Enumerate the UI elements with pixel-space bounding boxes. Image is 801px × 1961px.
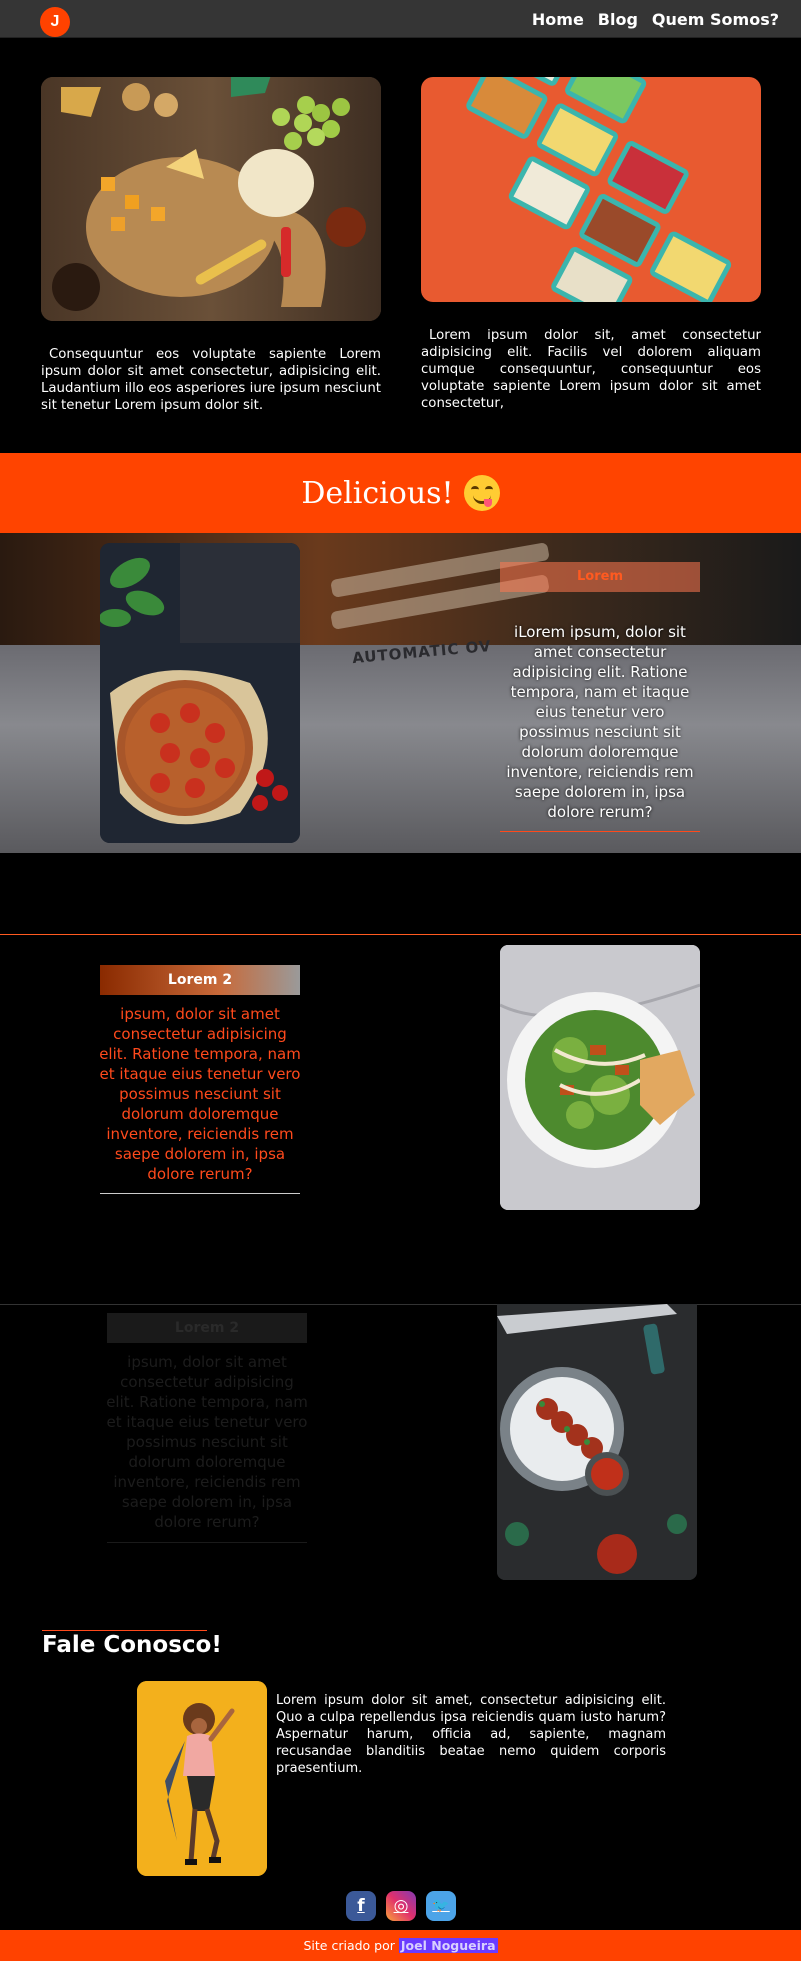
nav-blog-link[interactable]: Blog [598,10,638,29]
footer-text: Site criado por [303,1938,395,1953]
top-navbar: J Home Blog Quem Somos? [0,0,801,38]
footer-author-link[interactable]: Joel Nogueira [398,1938,498,1953]
kebab-image [497,1304,697,1580]
section-divider [0,934,801,935]
feature-divider [100,1193,300,1194]
salad-image [500,945,700,1210]
charcuterie-board-image [41,77,381,321]
faded-title: Lorem 2 [107,1313,307,1343]
delicious-banner: Delicious! [0,453,801,533]
main-nav: Home Blog Quem Somos? [532,10,779,29]
contact-person-image [137,1681,267,1876]
feature-title: Lorem 2 [100,965,300,995]
contact-title: Fale Conosco! [42,1632,222,1658]
faded-divider [107,1542,307,1543]
instagram-glyph: ◎ [393,1896,409,1916]
nav-about-link[interactable]: Quem Somos? [652,10,779,29]
hero-note-divider [500,831,700,832]
hero-note-title: Lorem [500,562,700,592]
banner-title: Delicious! [301,475,454,511]
instagram-icon[interactable]: ◎ [386,1891,416,1921]
hero-note-body: iLorem ipsum, dolor sit amet consectetur… [506,623,694,821]
faded-body: ipsum, dolor sit amet consectetur adipis… [106,1353,308,1531]
yum-face-icon [463,475,500,511]
contact-text: Lorem ipsum dolor sit amet, consectetur … [276,1693,666,1776]
intro-left-text: Consequuntur eos voluptate sapiente Lore… [41,347,381,413]
logo-letter: J [50,13,60,30]
facebook-icon[interactable]: f [346,1891,376,1921]
intro-right-text: Lorem ipsum dolor sit, amet consectetur … [421,328,761,411]
pizza-image [100,543,300,843]
facebook-glyph: f [357,1896,365,1916]
feature-body: ipsum, dolor sit amet consectetur adipis… [99,1005,301,1183]
lunch-boxes-image [421,77,761,302]
nav-home-link[interactable]: Home [532,10,584,29]
site-logo[interactable]: J [40,7,70,37]
twitter-icon[interactable]: 🐦 [426,1891,456,1921]
contact-title-underline [42,1630,207,1631]
twitter-glyph: 🐦 [432,1898,450,1914]
site-footer: Site criado por Joel Nogueira [0,1930,801,1961]
